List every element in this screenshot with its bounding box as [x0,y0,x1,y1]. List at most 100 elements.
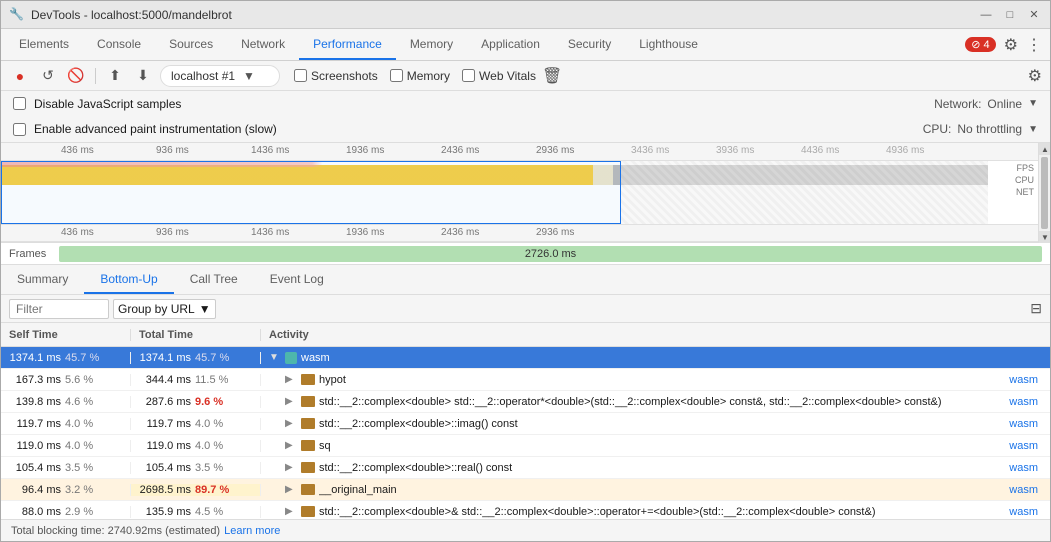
title-bar: 🔧 DevTools - localhost:5000/mandelbrot —… [1,1,1050,29]
ruler-tick-9: 4436 ms [801,145,839,156]
expand-arrow[interactable]: ▶ [285,484,297,495]
record-button[interactable]: ● [9,65,31,87]
expand-arrow[interactable]: ▶ [285,462,297,473]
group-by-dropdown-icon[interactable]: ▼ [199,302,211,316]
screenshots-checkbox[interactable]: Screenshots [294,69,378,83]
tab-sources[interactable]: Sources [155,29,227,60]
cpu-option: CPU: No throttling ▼ [923,122,1038,136]
group-by-select[interactable]: Group by URL ▼ [113,299,216,319]
table-row[interactable]: 1374.1 ms 45.7 % 1374.1 ms 45.7 % ▼ wasm [1,347,1050,369]
network-option: Network: Online ▼ [934,97,1038,111]
options-line-1: Disable JavaScript samples Network: Onli… [13,91,1038,117]
table-row[interactable]: 119.0 ms 4.0 % 119.0 ms 4.0 % ▶ sq wasm [1,435,1050,457]
wasm-link[interactable]: wasm [1009,374,1042,386]
scroll-down-button[interactable]: ▼ [1039,231,1051,243]
refresh-record-button[interactable]: ↺ [37,65,59,87]
enable-paint-checkbox[interactable] [13,123,26,136]
folder-icon [301,506,315,517]
tab-call-tree[interactable]: Call Tree [174,265,254,294]
settings-icon[interactable]: ⚙ [1004,35,1018,55]
expand-arrow[interactable]: ▶ [285,396,297,407]
self-pct-value: 3.5 % [65,462,103,474]
ruler-tick-2: 936 ms [156,145,189,156]
more-icon[interactable]: ⋮ [1026,35,1042,55]
paint-option[interactable]: Enable advanced paint instrumentation (s… [13,122,277,136]
group-by-label: Group by URL [118,302,195,316]
tab-summary[interactable]: Summary [1,265,84,294]
tab-application[interactable]: Application [467,29,554,60]
timeline-ruler-bottom: 436 ms 936 ms 1436 ms 1936 ms 2436 ms 29… [1,224,1038,242]
disable-js-checkbox[interactable] [13,97,26,110]
options-row: Disable JavaScript samples Network: Onli… [1,91,1050,143]
memory-checkbox[interactable]: Memory [390,69,450,83]
self-pct-value: 3.2 % [65,484,103,496]
wasm-link[interactable]: wasm [1009,462,1042,474]
expand-arrow[interactable]: ▼ [269,352,281,363]
table-row[interactable]: 139.8 ms 4.6 % 287.6 ms 9.6 % ▶ std::__2… [1,391,1050,413]
upload-button[interactable]: ⬆ [104,65,126,87]
minimize-button[interactable]: — [978,7,994,23]
filter-input[interactable] [9,299,109,319]
network-dropdown-icon[interactable]: ▼ [1028,98,1038,109]
clear-button[interactable]: 🚫 [65,65,87,87]
bottom-tick-5: 2436 ms [441,227,479,238]
scroll-thumb[interactable] [1041,157,1048,229]
devtools-icon: 🔧 [9,7,25,23]
web-vitals-checkbox[interactable]: Web Vitals [462,69,536,83]
tab-event-log[interactable]: Event Log [254,265,340,294]
header-self-time[interactable]: Self Time [1,329,131,341]
self-time-value: 139.8 ms [9,396,61,408]
table-row[interactable]: 119.7 ms 4.0 % 119.7 ms 4.0 % ▶ std::__2… [1,413,1050,435]
wasm-link[interactable]: wasm [1009,396,1042,408]
window-title: DevTools - localhost:5000/mandelbrot [31,8,232,22]
panel-icon[interactable]: ⊟ [1030,300,1042,317]
header-total-time[interactable]: Total Time [131,329,261,341]
wasm-link[interactable]: wasm [1009,484,1042,496]
table-row[interactable]: 167.3 ms 5.6 % 344.4 ms 11.5 % ▶ hypot w… [1,369,1050,391]
table-row[interactable]: 96.4 ms 3.2 % 2698.5 ms 89.7 % ▶ __origi… [1,479,1050,501]
hatched-area [621,161,988,224]
bottom-tick-6: 2936 ms [536,227,574,238]
tab-memory[interactable]: Memory [396,29,467,60]
wasm-link[interactable]: wasm [1009,440,1042,452]
self-pct-value: 4.0 % [65,418,103,430]
js-samples-option[interactable]: Disable JavaScript samples [13,97,181,111]
network-label: Network: [934,97,981,111]
learn-more-link[interactable]: Learn more [224,525,280,537]
tab-performance[interactable]: Performance [299,29,396,60]
tab-console[interactable]: Console [83,29,155,60]
restore-button[interactable]: □ [1002,7,1018,23]
url-text: localhost #1 [171,69,235,83]
frames-bar: Frames 2726.0 ms [1,243,1050,265]
close-button[interactable]: ✕ [1026,7,1042,23]
expand-arrow[interactable]: ▶ [285,506,297,517]
activity-name: sq [319,440,1005,452]
expand-arrow[interactable]: ▶ [285,440,297,451]
tab-elements[interactable]: Elements [5,29,83,60]
table-row[interactable]: 105.4 ms 3.5 % 105.4 ms 3.5 % ▶ std::__2… [1,457,1050,479]
tab-network[interactable]: Network [227,29,299,60]
timeline-scrollbar[interactable]: ▲ ▼ [1038,143,1050,243]
wasm-link[interactable]: wasm [1009,506,1042,518]
tab-lighthouse[interactable]: Lighthouse [625,29,712,60]
status-text: Total blocking time: 2740.92ms (estimate… [11,525,220,537]
main-tabs-right: ⊘ 4 ⚙ ⋮ [965,29,1050,60]
expand-arrow[interactable]: ▶ [285,374,297,385]
timeline-area: 436 ms 936 ms 1436 ms 1936 ms 2436 ms 29… [1,143,1038,243]
clear-recordings-button[interactable]: 🗑 [542,66,562,86]
perf-settings-icon[interactable]: ⚙ [1028,66,1042,86]
download-button[interactable]: ⬇ [132,65,154,87]
wasm-icon [285,352,297,364]
cpu-dropdown-icon[interactable]: ▼ [1028,124,1038,135]
scroll-up-button[interactable]: ▲ [1039,143,1051,155]
folder-icon [301,396,315,407]
url-dropdown[interactable]: ▼ [243,69,255,83]
expand-arrow[interactable]: ▶ [285,418,297,429]
ruler-tick-3: 1436 ms [251,145,289,156]
tab-security[interactable]: Security [554,29,625,60]
wasm-link[interactable]: wasm [1009,418,1042,430]
bottom-tick-1: 436 ms [61,227,94,238]
table-row[interactable]: 88.0 ms 2.9 % 135.9 ms 4.5 % ▶ std::__2:… [1,501,1050,519]
bottom-tabs: Summary Bottom-Up Call Tree Event Log [1,265,1050,295]
tab-bottom-up[interactable]: Bottom-Up [84,265,173,294]
